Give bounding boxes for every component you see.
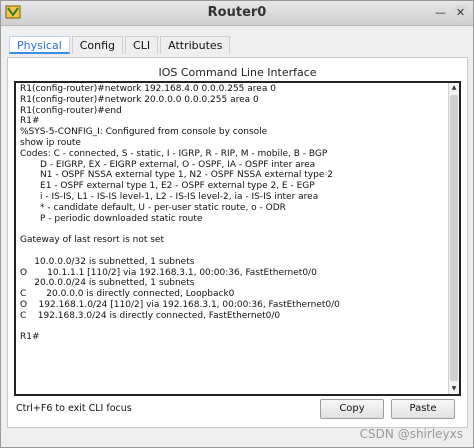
console-line: C 20.0.0.0 is directly connected, Loopba…	[20, 289, 235, 300]
console-line: R1(config-router)#end	[20, 105, 122, 116]
close-button[interactable]: ✕	[452, 5, 469, 21]
console-line: * - candidate default, U - per-user stat…	[40, 202, 286, 213]
console-line: i - IS-IS, L1 - IS-IS level-1, L2 - IS-I…	[40, 191, 319, 202]
console-line: show ip route	[20, 137, 81, 148]
tab-bar: Physical Config CLI Attributes	[9, 36, 231, 54]
watermark: CSDN @shirleyxs	[359, 427, 463, 441]
copy-button[interactable]: Copy	[320, 399, 384, 419]
console-line: O 10.1.1.1 [110/2] via 192.168.3.1, 00:0…	[20, 267, 317, 278]
console-output[interactable]: R1(config-router)#network 192.168.4.0 0.…	[20, 84, 445, 392]
panel-heading: IOS Command Line Interface	[158, 66, 317, 79]
tab-config[interactable]: Config	[71, 36, 124, 54]
console-line: 20.0.0.0/24 is subnetted, 1 subnets	[34, 278, 195, 289]
tab-physical[interactable]: Physical	[9, 36, 70, 54]
scroll-down-arrow-icon[interactable]: ▼	[449, 384, 459, 394]
scroll-thumb[interactable]	[450, 95, 458, 381]
console-line: C 192.168.3.0/24 is directly connected, …	[20, 310, 281, 321]
tab-cli[interactable]: CLI	[125, 36, 159, 54]
cli-panel: IOS Command Line Interface R1(config-rou…	[7, 57, 468, 428]
console-line: R1#	[20, 116, 40, 127]
console-line: D - EIGRP, EX - EIGRP external, O - OSPF…	[40, 159, 316, 170]
console-line: O 192.168.1.0/24 [110/2] via 192.168.3.1…	[20, 299, 340, 310]
paste-button[interactable]: Paste	[391, 399, 455, 419]
console-scrollbar[interactable]: ▲ ▼	[448, 83, 459, 394]
scroll-up-arrow-icon[interactable]: ▲	[449, 83, 459, 93]
router-window: Router0 — ✕ Physical Config CLI Attribut…	[0, 0, 474, 448]
console-line: R1#	[20, 332, 40, 343]
console-line: R1(config-router)#network 20.0.0.0 0.0.0…	[20, 94, 259, 105]
cli-console[interactable]: R1(config-router)#network 192.168.4.0 0.…	[14, 81, 461, 396]
console-line: R1(config-router)#network 192.168.4.0 0.…	[20, 84, 276, 94]
console-line: P - periodic downloaded static route	[40, 213, 203, 224]
console-line: %SYS-5-CONFIG_I: Configured from console…	[20, 127, 268, 138]
title-bar[interactable]: Router0 — ✕	[1, 1, 473, 26]
window-title: Router0	[207, 5, 267, 20]
console-line: Codes: C - connected, S - static, I - IG…	[20, 148, 328, 159]
exit-focus-hint: Ctrl+F6 to exit CLI focus	[16, 403, 132, 414]
console-line: Gateway of last resort is not set	[20, 235, 164, 246]
console-line: 10.0.0.0/32 is subnetted, 1 subnets	[34, 256, 195, 267]
tab-attributes[interactable]: Attributes	[160, 36, 231, 54]
console-line: E1 - OSPF external type 1, E2 - OSPF ext…	[40, 181, 315, 192]
minimize-button[interactable]: —	[432, 5, 449, 21]
console-line: N1 - OSPF NSSA external type 1, N2 - OSP…	[40, 170, 333, 181]
